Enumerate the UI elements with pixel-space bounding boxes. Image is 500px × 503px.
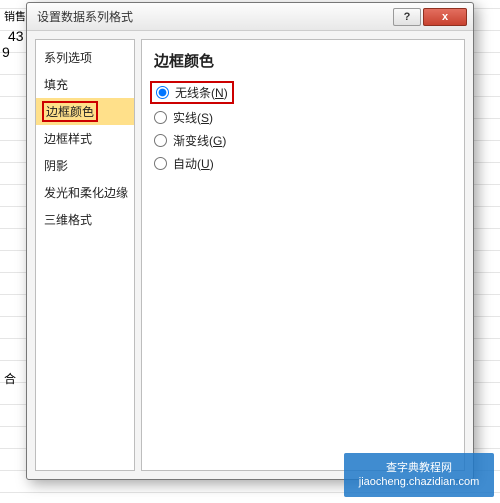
dialog-body: 系列选项 填充 边框颜色 边框样式 阴影 发光和柔化边缘 三维格式 边框颜色 无… [27,31,473,479]
sheet-sum-label: 合 [4,370,16,387]
help-button[interactable]: ? [393,8,421,26]
radio-label: 无线条(N) [175,84,228,101]
radio-option-automatic[interactable]: 自动(U) [154,152,452,175]
radio-label: 实线(S) [173,109,213,126]
watermark: 查字典教程网 jiaocheng.chazidian.com [344,453,494,497]
format-data-series-dialog: 设置数据系列格式 ? x 系列选项 填充 边框颜色 边框样式 阴影 发光和柔化边… [26,2,474,480]
sidebar-item-label: 系列选项 [44,51,92,65]
main-panel: 边框颜色 无线条(N) 实线(S) 渐变线(G) 自动(U) [141,39,465,471]
watermark-line2: jiaocheng.chazidian.com [359,475,479,489]
radio-label: 自动(U) [173,155,214,172]
sheet-cell-value-1: 43 [8,28,24,44]
watermark-line1: 查字典教程网 [386,461,452,475]
sidebar-item-shadow[interactable]: 阴影 [36,152,134,179]
radio-solid-line-input[interactable] [154,111,167,124]
sidebar-item-fill[interactable]: 填充 [36,71,134,98]
category-sidebar: 系列选项 填充 边框颜色 边框样式 阴影 发光和柔化边缘 三维格式 [35,39,135,471]
close-icon: x [442,11,448,23]
help-icon: ? [404,11,411,23]
sidebar-item-label: 发光和柔化边缘 [44,186,128,200]
sidebar-item-label: 阴影 [44,159,68,173]
sidebar-item-label: 填充 [44,78,68,92]
sidebar-item-label: 边框样式 [44,132,92,146]
radio-no-line-input[interactable] [156,86,169,99]
sidebar-item-border-style[interactable]: 边框样式 [36,125,134,152]
radio-label: 渐变线(G) [173,132,226,149]
radio-option-gradient-line[interactable]: 渐变线(G) [154,129,452,152]
sidebar-item-label: 三维格式 [44,213,92,227]
sidebar-item-series-options[interactable]: 系列选项 [36,44,134,71]
highlight-box: 边框颜色 [42,101,98,122]
sheet-cell-value-2: 9 [2,44,10,60]
close-button[interactable]: x [423,8,467,26]
radio-automatic-input[interactable] [154,157,167,170]
dialog-title: 设置数据系列格式 [37,8,391,25]
dialog-titlebar[interactable]: 设置数据系列格式 ? x [27,3,473,31]
sidebar-item-label: 边框颜色 [46,105,94,119]
sidebar-item-border-color[interactable]: 边框颜色 [36,98,134,125]
radio-gradient-line-input[interactable] [154,134,167,147]
radio-option-solid-line[interactable]: 实线(S) [154,106,452,129]
sidebar-item-glow[interactable]: 发光和柔化边缘 [36,179,134,206]
radio-option-no-line[interactable]: 无线条(N) [150,81,234,104]
panel-heading: 边框颜色 [154,50,452,71]
sidebar-item-3d-format[interactable]: 三维格式 [36,206,134,233]
